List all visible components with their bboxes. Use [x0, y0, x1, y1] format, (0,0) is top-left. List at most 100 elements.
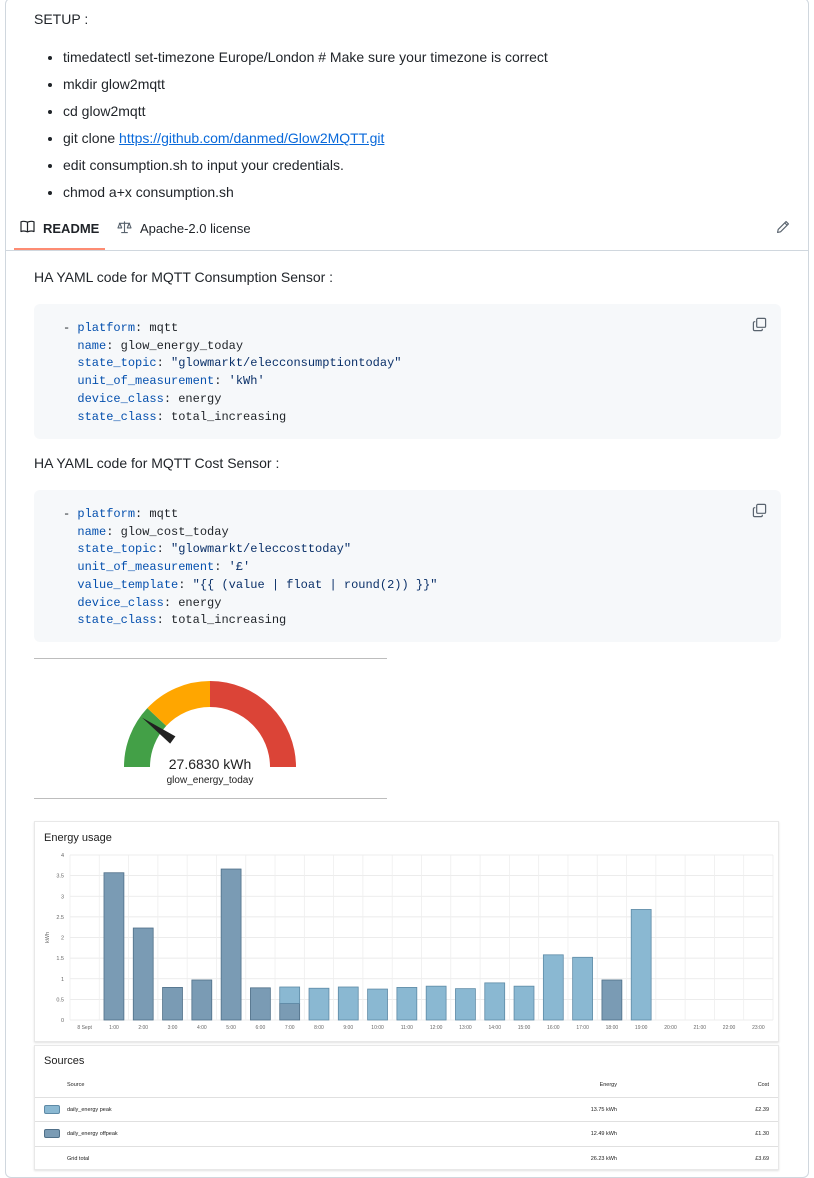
- bar: [337, 986, 359, 1021]
- x-tick-label: 6:00: [256, 1025, 266, 1031]
- y-tick-label: 0.5: [56, 997, 64, 1003]
- consumption-code-block: - platform: mqtt name: glow_energy_today…: [34, 304, 781, 439]
- bar: [396, 987, 418, 1021]
- sources-card: Sources Source Energy Cost daily_energy …: [34, 1045, 779, 1170]
- tab-readme[interactable]: README: [14, 208, 105, 250]
- yaml-key: state_class: [77, 409, 157, 424]
- code-line: unit_of_measurement: '£': [77, 560, 251, 575]
- readme-tabs: README Apache-2.0 license: [6, 208, 808, 251]
- total-cost: £3.69: [755, 1156, 769, 1162]
- copy-icon[interactable]: [752, 317, 767, 337]
- bar: [308, 987, 330, 1021]
- list-item: git clone https://github.com/danmed/Glow…: [63, 128, 548, 155]
- list-item: timedatectl set-timezone Europe/London #…: [63, 47, 548, 74]
- list-item: mkdir glow2mqtt: [63, 74, 548, 101]
- copy-icon[interactable]: [752, 503, 767, 523]
- x-tick-label: 5:00: [226, 1025, 236, 1031]
- yaml-value: total_increasing: [171, 409, 287, 424]
- yaml-value: "glowmarkt/eleccosttoday": [171, 542, 352, 557]
- table-row: Grid total 26.23 kWh £3.69: [35, 1146, 778, 1171]
- yaml-value: energy: [178, 595, 222, 610]
- yaml-key: platform: [77, 321, 136, 335]
- sources-col-source: Source: [67, 1082, 85, 1088]
- y-tick-label: 2.5: [56, 915, 64, 921]
- x-tick-label: 20:00: [664, 1025, 677, 1031]
- bar: [103, 872, 125, 1021]
- code-line: name: glow_cost_today: [77, 524, 229, 539]
- yaml-value: total_increasing: [171, 613, 287, 628]
- cost-code-block: - platform: mqtt name: glow_cost_today s…: [34, 490, 781, 642]
- x-tick-label: 18:00: [606, 1025, 619, 1031]
- x-tick-label: 19:00: [635, 1025, 648, 1031]
- setup-steps: timedatectl set-timezone Europe/London #…: [34, 47, 548, 209]
- y-tick-label: 0: [61, 1018, 64, 1024]
- x-tick-label: 17:00: [576, 1025, 589, 1031]
- x-tick-label: 8 Sept: [77, 1025, 92, 1031]
- bar: [191, 979, 213, 1021]
- source-cost: £2.39: [755, 1107, 769, 1113]
- x-tick-label: 21:00: [694, 1025, 707, 1031]
- sources-col-energy: Energy: [599, 1082, 617, 1088]
- pencil-icon[interactable]: [776, 220, 790, 239]
- gauge-entity: glow_energy_today: [167, 775, 254, 786]
- consumption-heading: HA YAML code for MQTT Consumption Sensor…: [34, 269, 334, 285]
- sources-header-row: Source Energy Cost: [35, 1073, 778, 1095]
- series-swatch: [44, 1105, 60, 1114]
- yaml-key: state_class: [77, 613, 157, 628]
- code-line: unit_of_measurement: 'kWh': [77, 374, 265, 389]
- tab-license-label: Apache-2.0 license: [140, 220, 251, 236]
- yaml-key: name: [77, 524, 107, 539]
- book-icon: [20, 220, 35, 236]
- code-line: state_class: total_increasing: [77, 613, 287, 628]
- cost-yaml: - platform: mqtt name: glow_cost_today s…: [63, 506, 437, 630]
- x-tick-label: 13:00: [459, 1025, 472, 1031]
- y-tick-label: 4: [61, 853, 64, 859]
- yaml-value: 'kWh': [228, 374, 265, 389]
- x-tick-label: 7:00: [285, 1025, 295, 1031]
- x-tick-label: 23:00: [752, 1025, 765, 1031]
- source-energy: 13.75 kWh: [590, 1107, 617, 1113]
- y-axis-label: kWh: [45, 932, 51, 943]
- x-tick-label: 15:00: [518, 1025, 531, 1031]
- x-tick-label: 14:00: [488, 1025, 501, 1031]
- bar: [279, 986, 301, 1004]
- bar: [484, 982, 506, 1021]
- setup-title: SETUP :: [34, 11, 89, 27]
- code-line: state_topic: "glowmarkt/elecconsumptiont…: [77, 356, 402, 371]
- code-line: state_topic: "glowmarkt/eleccosttoday": [77, 542, 352, 557]
- gauge-value: 27.6830 kWh: [169, 756, 252, 772]
- energy-usage-card: Energy usage 0 0.5 1 1.5 2 2.5 3 3.5 4 kWh 8 Sept 1…: [34, 821, 779, 1042]
- bar: [513, 985, 535, 1021]
- y-tick-label: 1.5: [56, 956, 64, 962]
- yaml-value: "{{ (value | float | round(2)) }}": [192, 577, 438, 592]
- y-tick-label: 1: [61, 977, 64, 983]
- list-item: chmod a+x consumption.sh: [63, 182, 548, 209]
- x-tick-label: 4:00: [197, 1025, 207, 1031]
- x-tick-label: 10:00: [371, 1025, 384, 1031]
- code-line: - platform: mqtt: [63, 507, 179, 521]
- git-repo-link[interactable]: https://github.com/danmed/Glow2MQTT.git: [119, 130, 384, 146]
- x-tick-label: 2:00: [138, 1025, 148, 1031]
- x-tick-label: 16:00: [547, 1025, 560, 1031]
- bar: [162, 987, 183, 1021]
- bar: [220, 868, 242, 1021]
- yaml-value: "glowmarkt/elecconsumptiontoday": [171, 356, 402, 371]
- x-tick-label: 9:00: [343, 1025, 353, 1031]
- source-name: daily_energy offpeak: [67, 1131, 118, 1137]
- series-swatch: [44, 1129, 60, 1138]
- bar: [572, 956, 593, 1021]
- yaml-value: mqtt: [149, 507, 179, 521]
- cost-heading: HA YAML code for MQTT Cost Sensor :: [34, 455, 280, 471]
- yaml-key: device_class: [77, 391, 164, 406]
- gauge-red-segment: [210, 681, 296, 767]
- source-name: daily_energy peak: [67, 1107, 112, 1113]
- y-tick-label: 2: [61, 936, 64, 942]
- tab-readme-label: README: [43, 220, 100, 236]
- energy-gauge: 27.6830 kWh glow_energy_today: [124, 681, 296, 786]
- tab-license[interactable]: Apache-2.0 license: [117, 208, 251, 248]
- yaml-value: '£': [228, 560, 251, 575]
- y-tick-label: 3.5: [56, 874, 64, 880]
- yaml-key: unit_of_measurement: [77, 560, 215, 575]
- code-line: device_class: energy: [77, 595, 222, 610]
- yaml-key: unit_of_measurement: [77, 374, 215, 389]
